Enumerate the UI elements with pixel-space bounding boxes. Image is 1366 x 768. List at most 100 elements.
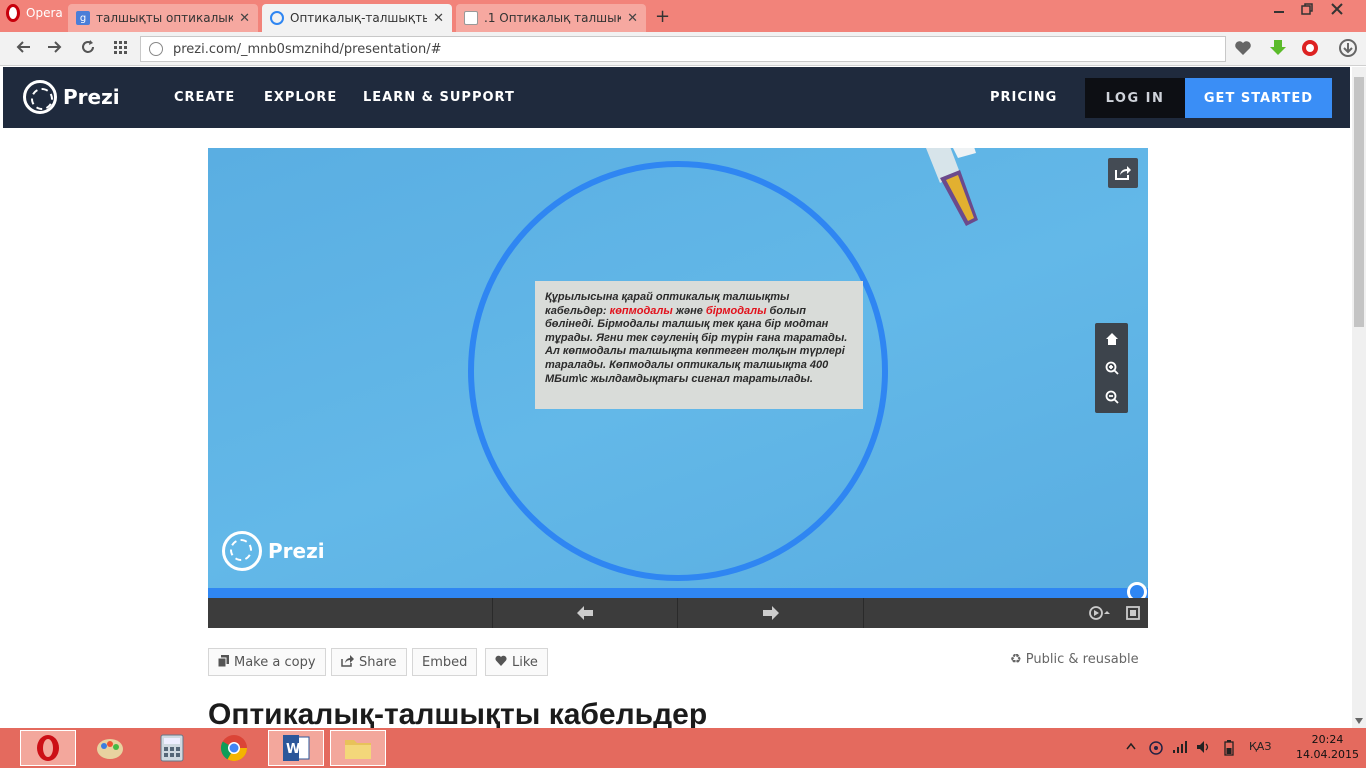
prezi-logo[interactable]: Prezi xyxy=(23,80,120,114)
browser-tab-2[interactable]: Оптикалық-талшықты ка ✕ xyxy=(262,4,452,32)
taskbar-calculator[interactable] xyxy=(144,730,200,766)
public-text: Public & reusable xyxy=(1025,652,1139,667)
reload-icon[interactable] xyxy=(80,39,96,59)
previous-step-button[interactable] xyxy=(576,605,594,625)
fiber-cable-image xyxy=(926,148,978,226)
controls-divider xyxy=(863,598,864,628)
taskbar-paint[interactable] xyxy=(82,730,138,766)
taskbar-chrome[interactable] xyxy=(206,730,262,766)
opera-icon xyxy=(37,735,59,761)
minimize-icon[interactable] xyxy=(1272,2,1286,20)
google-favicon-icon: g xyxy=(76,11,90,25)
tab-close-icon[interactable]: ✕ xyxy=(433,11,444,26)
recycle-icon: ♻ xyxy=(1010,652,1022,667)
share-button[interactable]: Share xyxy=(331,648,407,676)
scroll-down-icon[interactable] xyxy=(1355,717,1363,726)
page-scrollbar[interactable] xyxy=(1352,67,1366,728)
heart-bookmark-icon[interactable] xyxy=(1233,38,1253,58)
controls-divider xyxy=(677,598,678,628)
tray-clock[interactable]: 20:24 14.04.2015 xyxy=(1296,732,1359,762)
windows-taskbar: W ҚАЗ 20:24 14.04.2015 xyxy=(0,728,1366,768)
fullscreen-button[interactable] xyxy=(1125,605,1141,625)
word-icon: W xyxy=(283,735,310,761)
presentation-title: Оптикалық-талшықты кабельдер xyxy=(208,698,708,731)
folder-icon xyxy=(345,740,371,759)
new-tab-button[interactable]: + xyxy=(655,6,670,27)
autoplay-button[interactable] xyxy=(1088,605,1110,625)
downloads-icon[interactable] xyxy=(1338,38,1358,58)
tray-network-share-icon[interactable] xyxy=(1148,740,1164,759)
document-favicon-icon xyxy=(464,11,478,25)
presentation-viewer[interactable]: Құрылысына қарай оптикалық талшықты кабе… xyxy=(208,148,1148,628)
nav-learn-support[interactable]: LEARN & SUPPORT xyxy=(363,90,515,105)
heart-icon xyxy=(495,655,507,669)
login-button[interactable]: LOG IN xyxy=(1085,78,1185,118)
prezi-logo-icon xyxy=(23,80,57,114)
tray-language[interactable]: ҚАЗ xyxy=(1249,740,1271,753)
share-view-button[interactable] xyxy=(1108,158,1138,188)
clock-time: 20:24 xyxy=(1311,733,1344,746)
zoom-in-button[interactable] xyxy=(1099,355,1124,380)
browser-tab-3[interactable]: .1 Оптикалық талшықты ✕ xyxy=(456,4,646,32)
zoom-controls xyxy=(1095,323,1128,413)
share-arrow-icon xyxy=(1115,166,1131,180)
prezi-favicon-icon xyxy=(270,11,284,25)
progress-bar[interactable] xyxy=(208,588,1148,598)
taskbar-word[interactable]: W xyxy=(268,730,324,766)
tab-close-icon[interactable]: ✕ xyxy=(627,11,638,26)
close-window-icon[interactable] xyxy=(1330,2,1344,20)
tab-close-icon[interactable]: ✕ xyxy=(239,11,250,26)
embed-button[interactable]: Embed xyxy=(412,648,478,676)
next-step-button[interactable] xyxy=(762,605,780,625)
home-button[interactable] xyxy=(1099,326,1124,351)
tray-battery-icon[interactable] xyxy=(1224,740,1234,759)
make-copy-button[interactable]: Make a copy xyxy=(208,648,326,676)
zoom-in-icon xyxy=(1105,361,1119,375)
tab-label: Оптикалық-талшықты ка xyxy=(290,11,428,25)
get-started-button[interactable]: GET STARTED xyxy=(1185,78,1332,118)
restore-icon[interactable] xyxy=(1300,2,1314,20)
slide-highlight-multimode: көпмодалы xyxy=(609,304,673,317)
tray-volume-icon[interactable] xyxy=(1196,740,1212,757)
home-icon xyxy=(1105,332,1118,345)
zoom-out-icon xyxy=(1105,390,1119,404)
nav-pricing[interactable]: PRICING xyxy=(990,90,1057,105)
nav-explore[interactable]: EXPLORE xyxy=(264,90,337,105)
url-field[interactable]: prezi.com/_mnb0smznihd/presentation/# xyxy=(140,36,1226,62)
adblock-icon[interactable] xyxy=(1300,38,1320,58)
make-copy-label: Make a copy xyxy=(234,654,316,670)
zoom-out-button[interactable] xyxy=(1099,384,1124,409)
nav-create[interactable]: CREATE xyxy=(174,90,235,105)
tab-label: талшықты оптикалық ба xyxy=(96,11,234,25)
like-label: Like xyxy=(512,654,538,670)
paint-palette-icon xyxy=(97,739,123,759)
autoplay-icon xyxy=(1089,606,1110,620)
clock-date: 14.04.2015 xyxy=(1296,748,1359,761)
taskbar-explorer[interactable] xyxy=(330,730,386,766)
tray-expand-icon[interactable] xyxy=(1126,740,1136,753)
controls-divider xyxy=(492,598,493,628)
next-arrow-icon xyxy=(763,606,779,620)
forward-arrow-icon[interactable] xyxy=(46,39,62,59)
public-reusable-label: ♻ Public & reusable xyxy=(1010,652,1139,667)
tray-signal-icon[interactable] xyxy=(1172,740,1188,757)
scrollbar-thumb[interactable] xyxy=(1354,77,1364,327)
prezi-watermark: Prezi xyxy=(222,531,325,571)
slide-text-card: Құрылысына қарай оптикалық талшықты кабе… xyxy=(535,281,863,409)
slide-highlight-singlemode: бірмодалы xyxy=(705,304,767,317)
like-button[interactable]: Like xyxy=(485,648,548,676)
slide-text-part: және xyxy=(672,304,706,317)
opera-menu-button[interactable]: Opera xyxy=(0,0,66,26)
taskbar-opera[interactable] xyxy=(20,730,76,766)
fullscreen-icon xyxy=(1126,606,1140,620)
back-arrow-icon[interactable] xyxy=(16,39,32,59)
browser-tab-1[interactable]: g талшықты оптикалық ба ✕ xyxy=(68,4,258,32)
prezi-watermark-text: Prezi xyxy=(268,539,325,563)
opera-menu-label: Opera xyxy=(26,6,63,20)
prezi-watermark-icon xyxy=(222,531,262,571)
site-info-icon[interactable] xyxy=(149,42,163,56)
download-arrow-icon[interactable] xyxy=(1268,38,1288,58)
playback-controls xyxy=(208,598,1148,628)
prezi-logo-text: Prezi xyxy=(63,85,120,109)
speed-dial-icon[interactable] xyxy=(112,39,128,59)
